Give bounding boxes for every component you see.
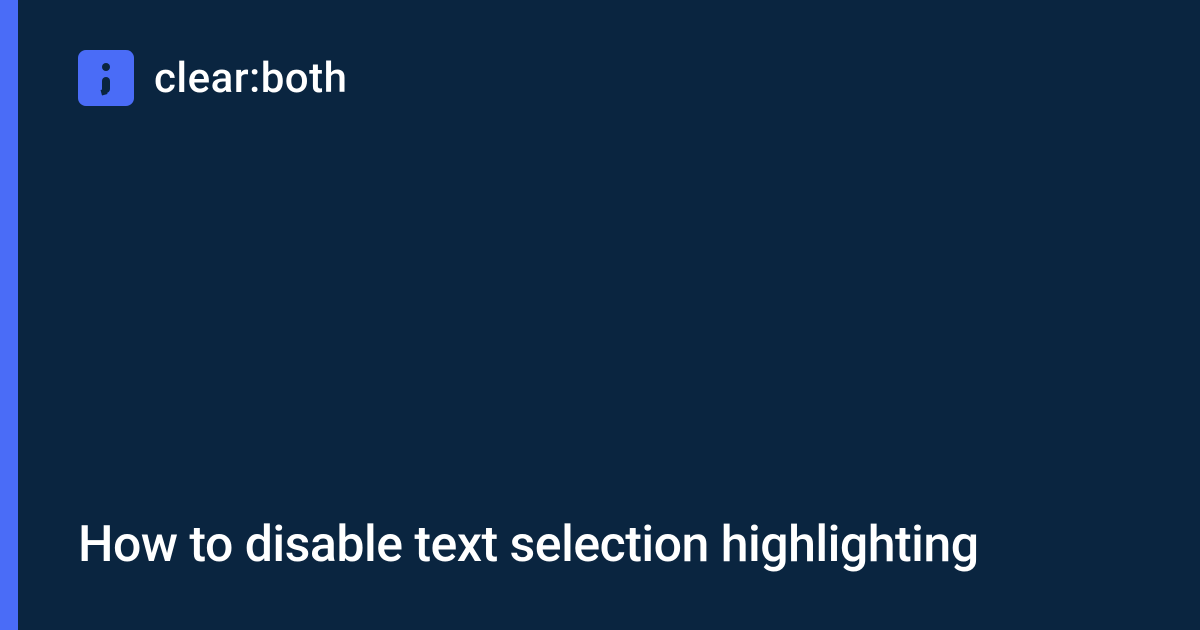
brand-name: clear:both (154, 54, 347, 103)
logo-dot (102, 63, 110, 71)
page-title: How to disable text selection highlighti… (78, 515, 1140, 575)
logo-tail (102, 77, 110, 93)
semicolon-logo-icon (78, 50, 134, 106)
content-area: clear:both How to disable text selection… (18, 0, 1200, 630)
accent-bar (0, 0, 18, 630)
brand: clear:both (78, 50, 1140, 106)
